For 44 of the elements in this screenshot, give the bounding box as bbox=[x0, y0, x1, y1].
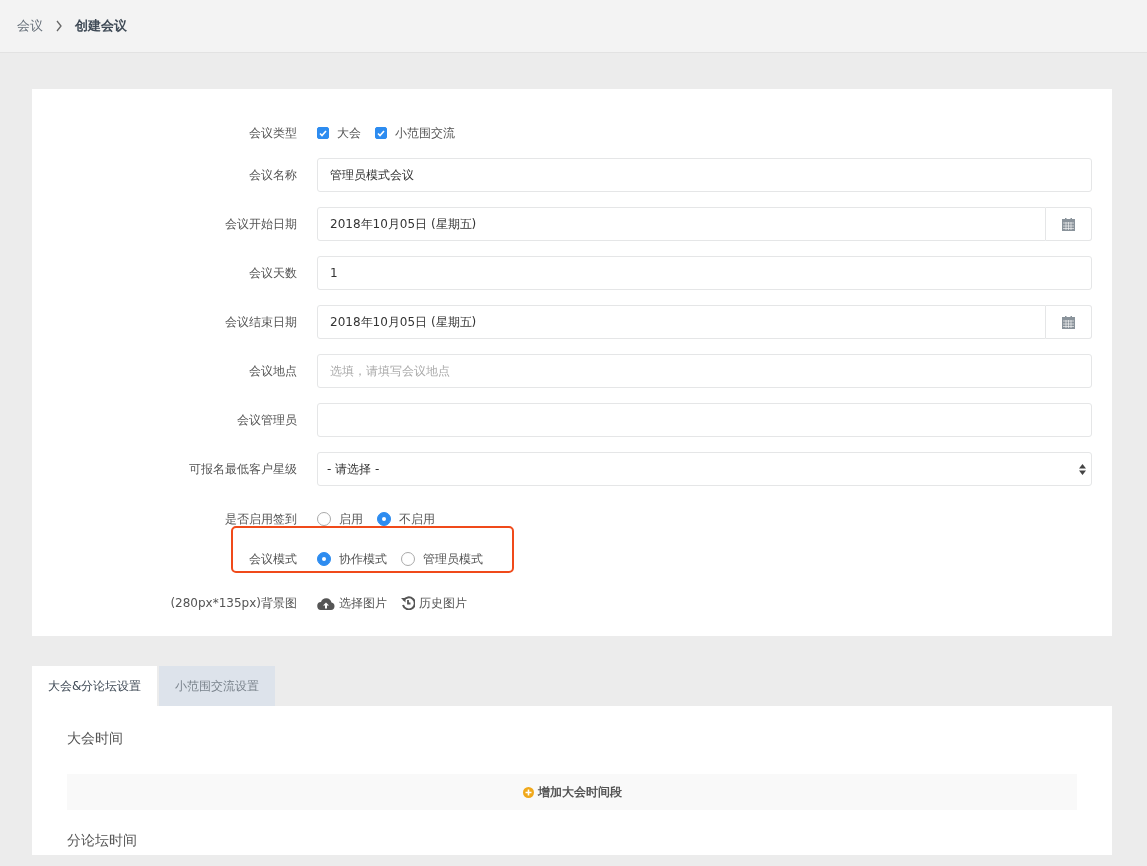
radio-button[interactable] bbox=[317, 552, 331, 566]
checkbox[interactable] bbox=[375, 127, 387, 139]
text-field[interactable]: 1 bbox=[317, 256, 1092, 290]
date-field[interactable]: 2018年10月05日 (星期五) bbox=[317, 305, 1046, 339]
field-label: (280px*135px)背景图 bbox=[169, 594, 298, 612]
text-field[interactable]: 选填，请填写会议地点 bbox=[317, 354, 1092, 388]
text-field[interactable]: 管理员模式会议 bbox=[317, 158, 1092, 192]
field-label: 是否启用签到 bbox=[224, 510, 298, 528]
calendar-button[interactable] bbox=[1046, 207, 1092, 241]
section-title: 大会时间 bbox=[67, 730, 124, 748]
add-time-button[interactable]: 增加大会时间段 bbox=[522, 783, 622, 801]
field-label: 会议地点 bbox=[248, 362, 298, 380]
upload-action[interactable]: 历史图片 bbox=[401, 594, 467, 612]
option-label: 协作模式 bbox=[339, 550, 387, 568]
field-label: 会议模式 bbox=[248, 550, 298, 568]
field-label: 会议管理员 bbox=[236, 411, 298, 429]
breadcrumb-link[interactable]: 会议 bbox=[17, 17, 43, 35]
chevron-right-icon bbox=[55, 20, 63, 32]
sort-arrows-icon bbox=[1079, 463, 1086, 475]
tab[interactable]: 大会&分论坛设置 bbox=[32, 666, 158, 706]
option-label: 启用 bbox=[339, 510, 363, 528]
radio-button[interactable] bbox=[377, 512, 391, 526]
select-dropdown[interactable]: - 请选择 - bbox=[317, 452, 1092, 486]
field-label: 会议名称 bbox=[248, 166, 298, 184]
calendar-icon bbox=[1062, 315, 1075, 329]
cloud-upload-icon bbox=[317, 596, 335, 610]
upload-action[interactable]: 选择图片 bbox=[317, 594, 387, 612]
field-label: 会议类型 bbox=[248, 124, 298, 142]
option-label: 小范围交流 bbox=[395, 124, 455, 142]
plus-circle-icon bbox=[522, 786, 534, 798]
calendar-icon bbox=[1062, 217, 1075, 231]
history-icon bbox=[401, 596, 415, 610]
checkbox[interactable] bbox=[317, 127, 329, 139]
option-label: 不启用 bbox=[399, 510, 435, 528]
field-label: 会议开始日期 bbox=[224, 215, 298, 233]
field-label: 会议天数 bbox=[248, 264, 298, 282]
option-label: 大会 bbox=[337, 124, 361, 142]
option-label: 管理员模式 bbox=[423, 550, 483, 568]
text-field[interactable] bbox=[317, 403, 1092, 437]
section-title: 分论坛时间 bbox=[67, 832, 138, 850]
field-label: 可报名最低客户星级 bbox=[188, 460, 298, 478]
date-field[interactable]: 2018年10月05日 (星期五) bbox=[317, 207, 1046, 241]
calendar-button[interactable] bbox=[1046, 305, 1092, 339]
field-label: 会议结束日期 bbox=[224, 313, 298, 331]
